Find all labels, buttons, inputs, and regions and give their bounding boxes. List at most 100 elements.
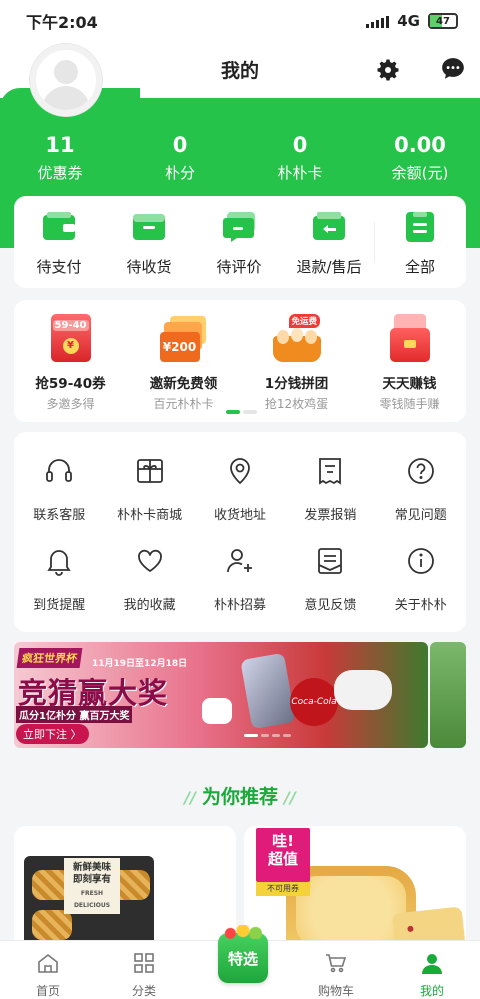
product-label-line: 新鲜美味	[72, 862, 111, 873]
promo-subtitle: 零钱随手赚	[379, 397, 440, 411]
stat-label: 优惠券	[37, 164, 83, 182]
banner-indicator	[244, 734, 291, 737]
order-pending-review[interactable]: 待评价	[194, 208, 284, 277]
promo-coupon[interactable]: 59-40 ¥ 抢59-40券 多邀多得	[14, 314, 127, 412]
grid-icon	[134, 953, 154, 973]
carousel-indicator	[226, 410, 257, 414]
tab-label: 特选	[227, 949, 258, 968]
cart-icon	[326, 954, 347, 973]
service-recruit[interactable]: 朴朴招募	[195, 542, 285, 632]
promo-earn[interactable]: 天天赚钱 零钱随手赚	[353, 314, 466, 412]
recommend-title: 为你推荐	[201, 786, 278, 808]
service-about[interactable]: 关于朴朴	[376, 542, 466, 632]
box-icon	[133, 213, 165, 240]
stat-value: 0	[172, 133, 188, 157]
badge-line: 哇!	[272, 832, 294, 850]
message-icon[interactable]	[440, 56, 466, 82]
tab-category[interactable]: 分类	[96, 941, 192, 999]
service-label: 关于朴朴	[394, 598, 447, 613]
promo-title: 抢59-40券	[35, 376, 106, 392]
avatar[interactable]	[30, 44, 102, 116]
order-all[interactable]: 全部	[375, 208, 465, 277]
services-card: 联系客服 朴朴卡商城 收货地址 发票报销 常见问题 到货提醒 我的收藏 朴朴招募…	[14, 432, 466, 632]
service-label: 发票报销	[304, 508, 357, 523]
promo-banner[interactable]: 疯狂世界杯 11月19日至12月18日 竞猜赢大奖 瓜分1亿朴分 赢百万大奖 立…	[14, 642, 428, 748]
service-arrival-reminder[interactable]: 到货提醒	[14, 542, 104, 632]
egg-basket-icon: 免运费	[271, 314, 323, 366]
list-icon	[406, 211, 434, 242]
tab-label: 购物车	[317, 984, 354, 998]
order-pending-receipt[interactable]: 待收货	[104, 208, 194, 277]
tab-cart[interactable]: 购物车	[288, 941, 384, 999]
service-invoice[interactable]: 发票报销	[285, 452, 375, 542]
heart-icon	[137, 549, 162, 573]
account-stats: 11 优惠券 0 朴分 0 朴朴卡 0.00 余额(元)	[0, 132, 480, 183]
bet-now-button[interactable]: 立即下注 〉	[16, 724, 89, 744]
promo-title: 1分钱拼团	[264, 376, 329, 392]
stat-coupons[interactable]: 11 优惠券	[0, 132, 120, 183]
battery-icon: 47	[428, 13, 458, 29]
promo-group-buy[interactable]: 免运费 1分钱拼团 抢12枚鸡蛋	[240, 314, 353, 412]
question-icon	[407, 458, 434, 484]
refund-icon	[313, 211, 345, 240]
service-label: 我的收藏	[123, 598, 176, 613]
product-card[interactable]: 新鲜美味 即刻享有 FRESH DELICIOUS	[14, 826, 236, 956]
order-label: 全部	[404, 257, 435, 276]
promo-art-text: 免运费	[288, 314, 321, 328]
tab-featured[interactable]: 特选	[192, 925, 288, 999]
basket-icon: 特选	[218, 925, 268, 983]
comment-icon	[223, 211, 255, 242]
tab-me[interactable]: 我的	[384, 941, 480, 999]
order-pending-payment[interactable]: 待支付	[14, 208, 104, 277]
gear-icon[interactable]	[374, 56, 402, 84]
service-label: 朴朴招募	[213, 598, 266, 613]
stat-points[interactable]: 0 朴分	[120, 132, 240, 183]
gamepad-image	[334, 670, 392, 710]
stat-balance[interactable]: 0.00 余额(元)	[360, 132, 480, 183]
tab-label: 分类	[131, 984, 156, 998]
orders-card: 待支付 待收货 待评价 退款/售后 全部	[14, 196, 466, 288]
stat-value: 0	[292, 133, 308, 157]
tab-home[interactable]: 首页	[0, 941, 96, 999]
service-feedback[interactable]: 意见反馈	[285, 542, 375, 632]
promo-art-text: ¥200	[159, 332, 200, 362]
phone-image	[240, 652, 296, 730]
stat-label: 朴朴卡	[277, 164, 323, 182]
order-refund[interactable]: 退款/售后	[284, 208, 374, 277]
badge-line: 超值	[267, 850, 298, 868]
service-label: 朴朴卡商城	[117, 508, 183, 523]
stat-label: 余额(元)	[391, 164, 449, 182]
promo-title: 邀新免费领	[149, 376, 218, 392]
add-user-icon	[227, 549, 252, 573]
promo-subtitle: 百元朴朴卡	[153, 397, 214, 411]
stat-value: 0.00	[394, 133, 446, 157]
banner-subtitle: 瓜分1亿朴分 赢百万大奖	[16, 706, 133, 723]
promo-card: 59-40 ¥ 抢59-40券 多邀多得 ¥200 邀新免费领 百元朴朴卡 免运…	[14, 300, 466, 422]
service-favorites[interactable]: 我的收藏	[104, 542, 194, 632]
next-banner-preview[interactable]	[430, 642, 466, 748]
product-label-line: 即刻享有	[72, 874, 111, 885]
service-address[interactable]: 收货地址	[195, 452, 285, 542]
headset-icon	[46, 459, 73, 482]
stat-cards[interactable]: 0 朴朴卡	[240, 132, 360, 183]
product-card[interactable]: 哇! 超值 不可用券	[244, 826, 466, 956]
product-label: 新鲜美味 即刻享有 FRESH DELICIOUS	[64, 858, 120, 914]
soda-can-image: Coca-Cola	[290, 678, 338, 726]
service-card-mall[interactable]: 朴朴卡商城	[104, 452, 194, 542]
banner-date: 11月19日至12月18日	[92, 659, 188, 669]
invoice-icon	[319, 458, 342, 485]
service-label: 意见反馈	[304, 598, 357, 613]
banner-tag: 疯狂世界杯	[16, 648, 83, 668]
promo-art-text: 59-40	[52, 320, 89, 331]
product-label-en: FRESH DELICIOUS	[73, 890, 111, 909]
service-customer-support[interactable]: 联系客服	[14, 452, 104, 542]
promo-title: 天天赚钱	[382, 376, 437, 392]
red-envelope-icon	[389, 314, 430, 366]
service-faq[interactable]: 常见问题	[376, 452, 466, 542]
recommend-header: //为你推荐//	[184, 786, 296, 808]
battery-level: 47	[436, 15, 450, 27]
promo-invite[interactable]: ¥200 邀新免费领 百元朴朴卡	[127, 314, 240, 412]
gift-card-stack-icon: ¥200	[159, 314, 208, 366]
order-label: 待支付	[36, 257, 82, 276]
stat-label: 朴分	[164, 164, 195, 182]
